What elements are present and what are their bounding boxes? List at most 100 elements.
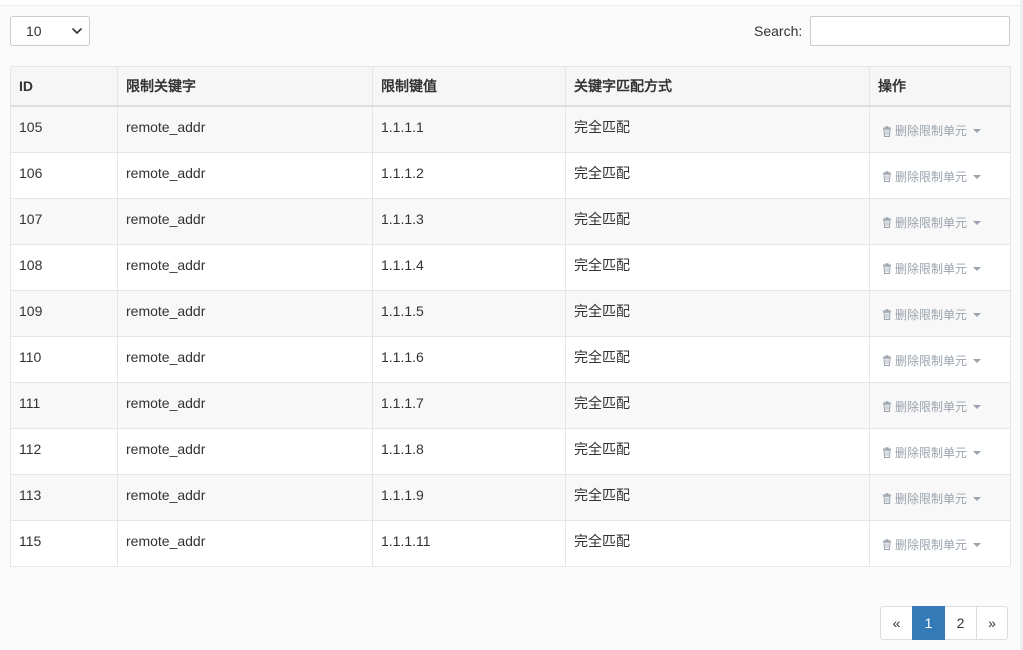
caret-down-icon[interactable] bbox=[973, 496, 982, 501]
caret-down-icon[interactable] bbox=[973, 542, 982, 547]
table-row: 106 remote_addr 1.1.1.2 完全匹配 删除限制单元 bbox=[10, 151, 1011, 199]
cell-limit-value: 1.1.1.2 bbox=[372, 151, 566, 199]
column-header-match-mode[interactable]: 关键字匹配方式 bbox=[565, 66, 870, 107]
caret-down-icon[interactable] bbox=[973, 404, 982, 409]
cell-actions: 删除限制单元 bbox=[869, 105, 1011, 153]
delete-limit-unit-label: 删除限制单元 bbox=[895, 491, 968, 506]
table-body: 105 remote_addr 1.1.1.1 完全匹配 删除限制单元 106 remote… bbox=[10, 105, 1011, 567]
trash-icon bbox=[883, 401, 891, 412]
column-header-limit-value[interactable]: 限制键值 bbox=[372, 66, 566, 107]
cell-limit-key: remote_addr bbox=[117, 243, 373, 291]
column-header-actions[interactable]: 操作 bbox=[869, 66, 1011, 107]
cell-limit-key: remote_addr bbox=[117, 381, 373, 429]
pagination-prev[interactable]: « bbox=[880, 606, 913, 640]
table-row: 110 remote_addr 1.1.1.6 完全匹配 删除限制单元 bbox=[10, 335, 1011, 383]
cell-limit-value: 1.1.1.4 bbox=[372, 243, 566, 291]
caret-down-icon[interactable] bbox=[973, 174, 982, 179]
cell-limit-value: 1.1.1.8 bbox=[372, 427, 566, 475]
cell-limit-key: remote_addr bbox=[117, 335, 373, 383]
delete-limit-unit-label: 删除限制单元 bbox=[895, 169, 968, 184]
column-header-id[interactable]: ID bbox=[10, 66, 118, 107]
cell-limit-key: remote_addr bbox=[117, 473, 373, 521]
cell-limit-value: 1.1.1.1 bbox=[372, 105, 566, 153]
delete-limit-unit-label: 删除限制单元 bbox=[895, 215, 968, 230]
delete-limit-unit-button[interactable]: 删除限制单元 bbox=[882, 490, 982, 508]
limit-table: ID 限制关键字 限制键值 关键字匹配方式 操作 105 remote_addr 1… bbox=[10, 66, 1011, 567]
cell-id: 107 bbox=[10, 197, 118, 245]
table-row: 113 remote_addr 1.1.1.9 完全匹配 删除限制单元 bbox=[10, 473, 1011, 521]
delete-limit-unit-button[interactable]: 删除限制单元 bbox=[882, 214, 982, 232]
table-row: 112 remote_addr 1.1.1.8 完全匹配 删除限制单元 bbox=[10, 427, 1011, 475]
table-row: 107 remote_addr 1.1.1.3 完全匹配 删除限制单元 bbox=[10, 197, 1011, 245]
column-header-limit-key[interactable]: 限制关键字 bbox=[117, 66, 373, 107]
delete-limit-unit-button[interactable]: 删除限制单元 bbox=[882, 444, 982, 462]
cell-id: 108 bbox=[10, 243, 118, 291]
pagination-next[interactable]: » bbox=[976, 606, 1008, 640]
trash-icon bbox=[883, 309, 891, 320]
delete-limit-unit-label: 删除限制单元 bbox=[895, 537, 968, 552]
cell-actions: 删除限制单元 bbox=[869, 289, 1011, 337]
chevron-down-icon bbox=[72, 28, 82, 34]
cell-limit-value: 1.1.1.3 bbox=[372, 197, 566, 245]
caret-down-icon[interactable] bbox=[973, 129, 982, 133]
trash-icon bbox=[883, 171, 891, 182]
page-length-value: 10 bbox=[26, 23, 42, 39]
search-label: Search: bbox=[754, 23, 803, 39]
cell-match-mode: 完全匹配 bbox=[565, 243, 870, 291]
cell-limit-key: remote_addr bbox=[117, 197, 373, 245]
delete-limit-unit-button[interactable]: 删除限制单元 bbox=[882, 536, 982, 554]
table-row: 105 remote_addr 1.1.1.1 完全匹配 删除限制单元 bbox=[10, 105, 1011, 153]
delete-limit-unit-button[interactable]: 删除限制单元 bbox=[882, 352, 982, 370]
table-row: 115 remote_addr 1.1.1.11 完全匹配 删除限制单元 bbox=[10, 519, 1011, 567]
table-row: 111 remote_addr 1.1.1.7 完全匹配 删除限制单元 bbox=[10, 381, 1011, 429]
cell-id: 109 bbox=[10, 289, 118, 337]
cell-match-mode: 完全匹配 bbox=[565, 197, 870, 245]
search-input[interactable] bbox=[810, 16, 1010, 46]
delete-limit-unit-button[interactable]: 删除限制单元 bbox=[882, 168, 982, 186]
delete-limit-unit-label: 删除限制单元 bbox=[895, 307, 968, 322]
caret-down-icon[interactable] bbox=[973, 358, 982, 363]
cell-limit-value: 1.1.1.11 bbox=[372, 519, 566, 567]
cell-limit-key: remote_addr bbox=[117, 151, 373, 199]
delete-limit-unit-button[interactable]: 删除限制单元 bbox=[882, 260, 982, 278]
delete-limit-unit-label: 删除限制单元 bbox=[895, 399, 968, 414]
pagination: « 1 2 » bbox=[880, 606, 1008, 640]
cell-actions: 删除限制单元 bbox=[869, 197, 1011, 245]
caret-down-icon[interactable] bbox=[973, 266, 982, 271]
cell-limit-key: remote_addr bbox=[117, 105, 373, 153]
cell-limit-value: 1.1.1.6 bbox=[372, 335, 566, 383]
cell-match-mode: 完全匹配 bbox=[565, 427, 870, 475]
delete-limit-unit-button[interactable]: 删除限制单元 bbox=[882, 398, 982, 416]
delete-limit-unit-label: 删除限制单元 bbox=[895, 353, 968, 368]
cell-id: 115 bbox=[10, 519, 118, 567]
delete-limit-unit-button[interactable]: 删除限制单元 bbox=[882, 306, 982, 324]
page-length-select[interactable]: 10 bbox=[10, 16, 90, 46]
cell-id: 105 bbox=[10, 105, 118, 153]
caret-down-icon[interactable] bbox=[973, 220, 982, 225]
cell-match-mode: 完全匹配 bbox=[565, 105, 870, 153]
cell-actions: 删除限制单元 bbox=[869, 151, 1011, 199]
trash-icon bbox=[883, 217, 891, 228]
pagination-page-1[interactable]: 1 bbox=[912, 606, 945, 640]
cell-id: 112 bbox=[10, 427, 118, 475]
cell-id: 106 bbox=[10, 151, 118, 199]
delete-limit-unit-button[interactable]: 删除限制单元 bbox=[882, 122, 982, 140]
cell-match-mode: 完全匹配 bbox=[565, 289, 870, 337]
cell-actions: 删除限制单元 bbox=[869, 473, 1011, 521]
delete-limit-unit-label: 删除限制单元 bbox=[895, 445, 968, 460]
cell-match-mode: 完全匹配 bbox=[565, 473, 870, 521]
table-row: 109 remote_addr 1.1.1.5 完全匹配 删除限制单元 bbox=[10, 289, 1011, 337]
cell-limit-key: remote_addr bbox=[117, 289, 373, 337]
table-header-row: ID 限制关键字 限制键值 关键字匹配方式 操作 bbox=[10, 66, 1011, 107]
cell-id: 113 bbox=[10, 473, 118, 521]
caret-down-icon[interactable] bbox=[973, 312, 982, 317]
caret-down-icon[interactable] bbox=[973, 450, 982, 455]
cell-actions: 删除限制单元 bbox=[869, 381, 1011, 429]
pagination-page-2[interactable]: 2 bbox=[944, 606, 977, 640]
cell-actions: 删除限制单元 bbox=[869, 335, 1011, 383]
cell-limit-key: remote_addr bbox=[117, 519, 373, 567]
cell-match-mode: 完全匹配 bbox=[565, 151, 870, 199]
trash-icon bbox=[883, 447, 891, 458]
cell-limit-value: 1.1.1.5 bbox=[372, 289, 566, 337]
delete-limit-unit-label: 删除限制单元 bbox=[895, 124, 968, 138]
